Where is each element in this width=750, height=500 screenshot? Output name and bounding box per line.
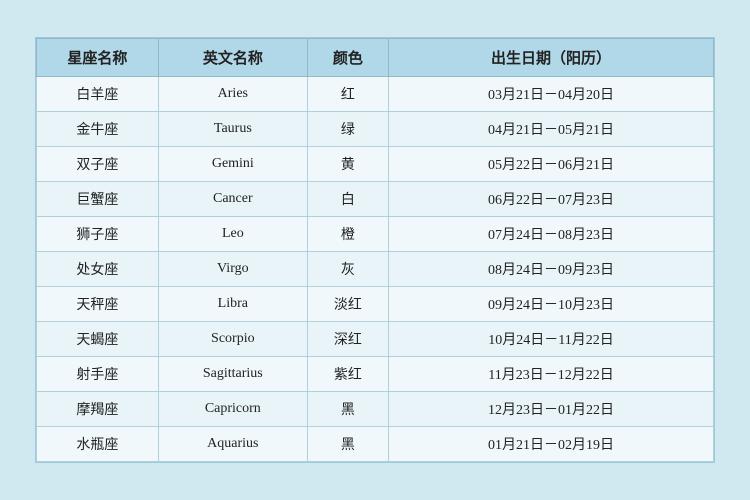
- cell-chinese: 金牛座: [37, 112, 159, 147]
- cell-english: Aries: [158, 77, 307, 112]
- cell-chinese: 巨蟹座: [37, 182, 159, 217]
- cell-chinese: 处女座: [37, 252, 159, 287]
- cell-color: 橙: [307, 217, 388, 252]
- header-english: 英文名称: [158, 39, 307, 77]
- cell-english: Aquarius: [158, 427, 307, 462]
- cell-color: 红: [307, 77, 388, 112]
- cell-chinese: 摩羯座: [37, 392, 159, 427]
- cell-english: Sagittarius: [158, 357, 307, 392]
- table-body: 白羊座Aries红03月21日－04月20日金牛座Taurus绿04月21日－0…: [37, 77, 714, 462]
- cell-color: 黑: [307, 392, 388, 427]
- cell-color: 灰: [307, 252, 388, 287]
- cell-chinese: 水瓶座: [37, 427, 159, 462]
- cell-date: 04月21日－05月21日: [389, 112, 714, 147]
- cell-date: 03月21日－04月20日: [389, 77, 714, 112]
- cell-color: 深红: [307, 322, 388, 357]
- table-row: 金牛座Taurus绿04月21日－05月21日: [37, 112, 714, 147]
- cell-date: 10月24日－11月22日: [389, 322, 714, 357]
- zodiac-table: 星座名称 英文名称 颜色 出生日期（阳历） 白羊座Aries红03月21日－04…: [36, 38, 714, 462]
- cell-chinese: 白羊座: [37, 77, 159, 112]
- cell-english: Gemini: [158, 147, 307, 182]
- cell-english: Leo: [158, 217, 307, 252]
- cell-english: Capricorn: [158, 392, 307, 427]
- table-row: 白羊座Aries红03月21日－04月20日: [37, 77, 714, 112]
- cell-date: 12月23日－01月22日: [389, 392, 714, 427]
- table-row: 巨蟹座Cancer白06月22日－07月23日: [37, 182, 714, 217]
- cell-date: 09月24日－10月23日: [389, 287, 714, 322]
- cell-date: 01月21日－02月19日: [389, 427, 714, 462]
- cell-color: 淡红: [307, 287, 388, 322]
- cell-date: 08月24日－09月23日: [389, 252, 714, 287]
- cell-chinese: 天秤座: [37, 287, 159, 322]
- cell-date: 06月22日－07月23日: [389, 182, 714, 217]
- cell-color: 黑: [307, 427, 388, 462]
- zodiac-table-container: 星座名称 英文名称 颜色 出生日期（阳历） 白羊座Aries红03月21日－04…: [35, 37, 715, 463]
- cell-english: Scorpio: [158, 322, 307, 357]
- table-row: 处女座Virgo灰08月24日－09月23日: [37, 252, 714, 287]
- cell-chinese: 狮子座: [37, 217, 159, 252]
- cell-date: 07月24日－08月23日: [389, 217, 714, 252]
- cell-color: 黄: [307, 147, 388, 182]
- header-chinese: 星座名称: [37, 39, 159, 77]
- cell-english: Cancer: [158, 182, 307, 217]
- table-row: 摩羯座Capricorn黑12月23日－01月22日: [37, 392, 714, 427]
- cell-date: 11月23日－12月22日: [389, 357, 714, 392]
- table-row: 天蝎座Scorpio深红10月24日－11月22日: [37, 322, 714, 357]
- cell-date: 05月22日－06月21日: [389, 147, 714, 182]
- cell-chinese: 射手座: [37, 357, 159, 392]
- table-row: 狮子座Leo橙07月24日－08月23日: [37, 217, 714, 252]
- table-row: 水瓶座Aquarius黑01月21日－02月19日: [37, 427, 714, 462]
- table-row: 天秤座Libra淡红09月24日－10月23日: [37, 287, 714, 322]
- table-header-row: 星座名称 英文名称 颜色 出生日期（阳历）: [37, 39, 714, 77]
- cell-english: Virgo: [158, 252, 307, 287]
- cell-color: 紫红: [307, 357, 388, 392]
- table-row: 射手座Sagittarius紫红11月23日－12月22日: [37, 357, 714, 392]
- cell-english: Libra: [158, 287, 307, 322]
- header-color: 颜色: [307, 39, 388, 77]
- cell-color: 白: [307, 182, 388, 217]
- cell-chinese: 双子座: [37, 147, 159, 182]
- header-date: 出生日期（阳历）: [389, 39, 714, 77]
- cell-chinese: 天蝎座: [37, 322, 159, 357]
- cell-english: Taurus: [158, 112, 307, 147]
- table-row: 双子座Gemini黄05月22日－06月21日: [37, 147, 714, 182]
- cell-color: 绿: [307, 112, 388, 147]
